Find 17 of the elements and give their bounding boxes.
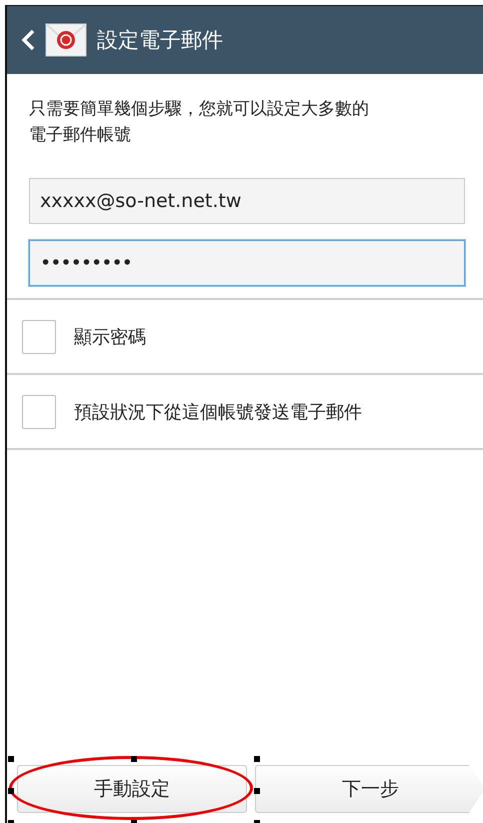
password-field[interactable]: •••••••••	[29, 240, 465, 286]
intro-text: 只需要簡單幾個步驟，您就可以設定大多數的電子郵件帳號	[29, 98, 369, 147]
manual-setup-button[interactable]: 手動設定	[17, 765, 247, 813]
checkbox[interactable]	[22, 394, 56, 428]
email-field[interactable]: xxxxx@so-net.net.tw	[29, 178, 465, 224]
selection-handle[interactable]	[8, 788, 14, 794]
checkbox[interactable]	[22, 320, 56, 354]
selection-handle[interactable]	[131, 756, 137, 762]
screen-title: 設定電子郵件	[97, 27, 223, 54]
selection-handle[interactable]	[254, 756, 260, 762]
selection-handle[interactable]	[254, 788, 260, 794]
email-app-icon	[45, 23, 87, 57]
back-icon[interactable]	[21, 29, 35, 51]
selection-handle[interactable]	[8, 756, 14, 762]
option-label: 預設狀況下從這個帳號發送電子郵件	[74, 400, 362, 424]
next-button[interactable]: 下一步	[255, 765, 483, 813]
option-label: 顯示密碼	[74, 326, 146, 348]
